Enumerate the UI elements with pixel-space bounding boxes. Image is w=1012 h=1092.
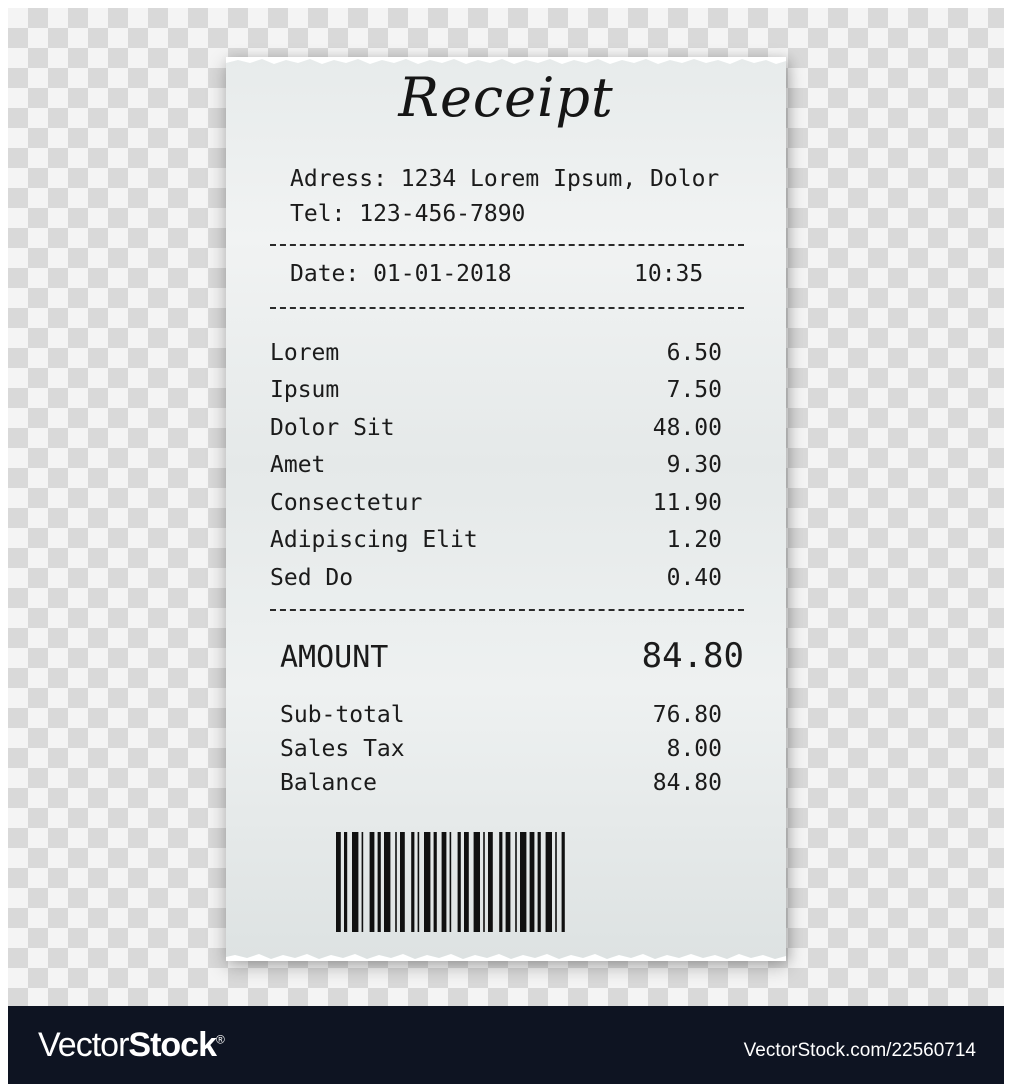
torn-edge-bottom bbox=[226, 954, 786, 961]
sales-tax-value: 8.00 bbox=[666, 736, 722, 762]
item-name: Consectetur bbox=[270, 490, 423, 516]
subtotal-label: Sub-total bbox=[280, 702, 405, 728]
balance-value: 84.80 bbox=[652, 770, 722, 796]
item-price: 9.30 bbox=[666, 452, 722, 478]
subtotal-value: 76.80 bbox=[652, 702, 722, 728]
brand-name-light: Vector bbox=[38, 1026, 129, 1064]
balance-row: Balance 84.80 bbox=[280, 770, 722, 796]
item-price: 48.00 bbox=[652, 415, 722, 441]
date-line: Date: 01-01-2018 bbox=[290, 261, 512, 287]
list-item: Sed Do 0.40 bbox=[270, 565, 722, 601]
registered-mark: ® bbox=[215, 1032, 225, 1047]
receipt-paper: Receipt Adress: 1234 Lorem Ipsum, Dolor … bbox=[226, 57, 786, 961]
list-item: Amet 9.30 bbox=[270, 452, 722, 488]
footer-bar: VectorStock® VectorStock.com/22560714 bbox=[8, 1006, 1004, 1084]
item-price: 1.20 bbox=[666, 527, 722, 553]
item-name: Sed Do bbox=[270, 565, 354, 591]
item-name: Ipsum bbox=[270, 377, 340, 403]
subtotal-row: Sub-total 76.80 bbox=[280, 702, 722, 728]
stock-id-link[interactable]: VectorStock.com/22560714 bbox=[744, 1040, 976, 1062]
item-price: 7.50 bbox=[666, 377, 722, 403]
sales-tax-row: Sales Tax 8.00 bbox=[280, 736, 722, 762]
item-name: Lorem bbox=[270, 340, 340, 366]
time-line: 10:35 bbox=[634, 261, 704, 287]
item-price: 0.40 bbox=[666, 565, 722, 591]
divider bbox=[270, 307, 744, 309]
item-name: Adipiscing Elit bbox=[270, 527, 478, 553]
item-price: 11.90 bbox=[652, 490, 722, 516]
amount-label: AMOUNT bbox=[280, 640, 389, 675]
divider bbox=[270, 244, 744, 246]
list-item: Ipsum 7.50 bbox=[270, 377, 722, 413]
sales-tax-label: Sales Tax bbox=[280, 736, 405, 762]
item-name: Amet bbox=[270, 452, 326, 478]
item-price: 6.50 bbox=[666, 340, 722, 366]
amount-row: AMOUNT 84.80 bbox=[280, 636, 744, 676]
list-item: Adipiscing Elit 1.20 bbox=[270, 527, 722, 563]
list-item: Dolor Sit 48.00 bbox=[270, 415, 722, 451]
amount-value: 84.80 bbox=[641, 636, 744, 676]
balance-label: Balance bbox=[280, 770, 377, 796]
item-name: Dolor Sit bbox=[270, 415, 395, 441]
list-item: Consectetur 11.90 bbox=[270, 490, 722, 526]
receipt-title: Receipt bbox=[398, 66, 614, 129]
divider bbox=[270, 609, 744, 611]
torn-edge-top bbox=[226, 57, 786, 64]
address-line: Adress: 1234 Lorem Ipsum, Dolor bbox=[290, 166, 720, 192]
telephone-line: Tel: 123-456-7890 bbox=[290, 201, 526, 227]
brand-logo: VectorStock® bbox=[38, 1026, 225, 1065]
brand-name-strong: Stock bbox=[128, 1026, 217, 1064]
list-item: Lorem 6.50 bbox=[270, 340, 722, 376]
barcode bbox=[336, 832, 565, 932]
